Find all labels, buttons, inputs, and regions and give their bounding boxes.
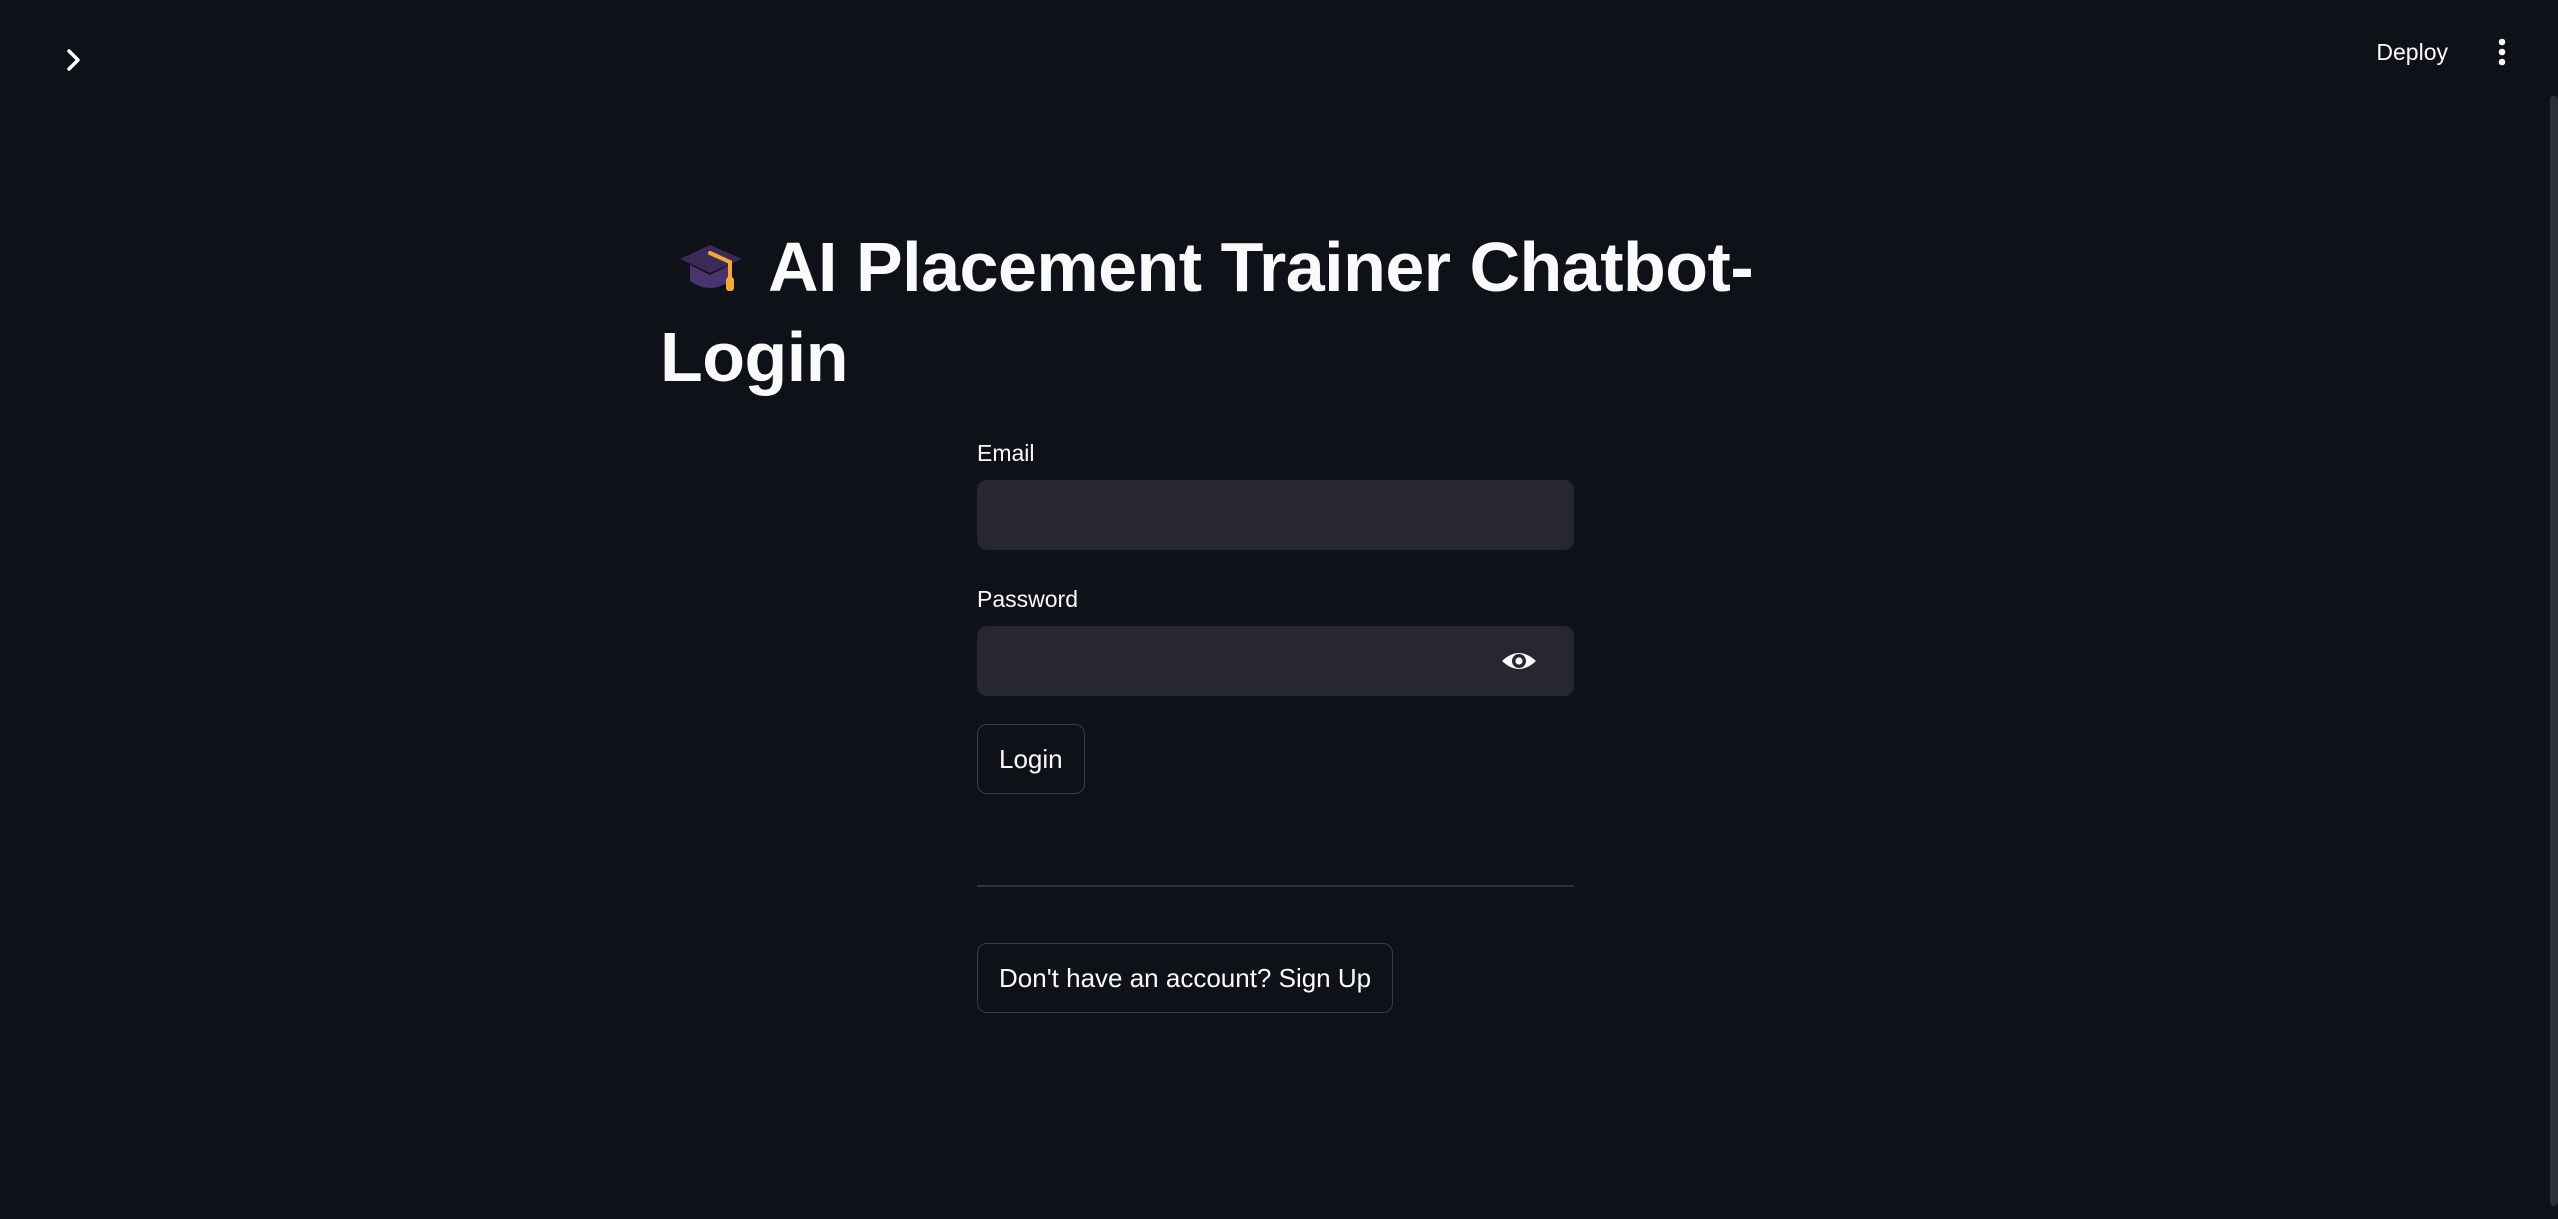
chevron-right-icon [67,49,80,71]
show-password-button[interactable] [1500,646,1538,676]
email-label: Email [977,440,1035,466]
password-input[interactable] [977,626,1574,696]
app-root: Deploy AI Placement Trainer Chatbot-Logi… [0,0,2558,1219]
email-input[interactable] [977,480,1574,550]
divider [977,885,1574,887]
email-input-container [977,480,1574,550]
password-input-container [977,626,1574,696]
kebab-menu-icon [2498,38,2506,66]
main-menu-button[interactable] [2486,30,2518,74]
page-title-text: AI Placement Trainer Chatbot-Login [660,228,1754,396]
login-form: Email Password Login [977,438,1574,794]
signup-button[interactable]: Don't have an account? Sign Up [977,943,1394,1013]
toolbar: Deploy [2366,30,2518,74]
login-button[interactable]: Login [977,724,1085,794]
signup-container: Don't have an account? Sign Up [977,943,1394,1013]
scrollbar[interactable] [2550,96,2558,1206]
sidebar-expand-button[interactable] [54,40,94,80]
graduation-cap-icon [680,245,742,291]
page-title: AI Placement Trainer Chatbot-Login [660,222,1860,402]
deploy-button[interactable]: Deploy [2366,33,2458,72]
eye-icon [1502,653,1536,669]
password-label: Password [977,586,1078,612]
